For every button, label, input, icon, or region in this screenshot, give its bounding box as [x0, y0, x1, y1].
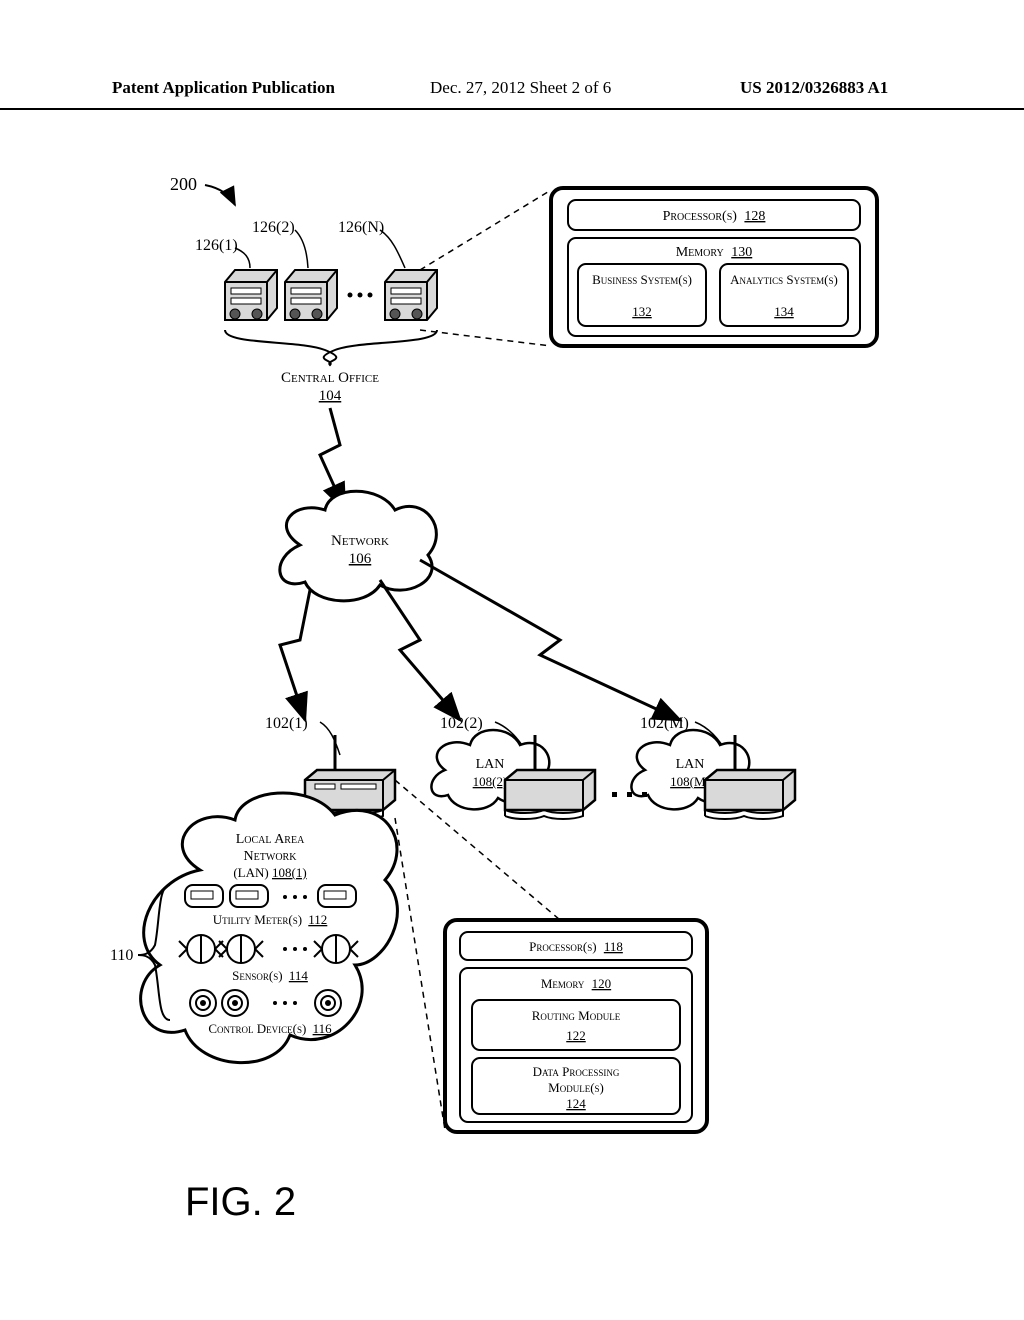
- server-126-N-icon: [385, 270, 437, 320]
- utility-meter-icon-1: [185, 885, 223, 907]
- svg-text:122: 122: [566, 1028, 586, 1043]
- svg-text:Routing Module: Routing Module: [532, 1008, 621, 1023]
- server-126-2-leader: [295, 230, 308, 268]
- ref-200: 200: [170, 174, 197, 194]
- server-callout-line-top: [420, 190, 551, 270]
- node-callout-line-bot: [395, 818, 445, 1130]
- svg-text:LAN: LAN: [476, 757, 505, 772]
- server-126-1-label: 126(1): [195, 237, 238, 254]
- utility-meter-icon-n: [318, 885, 356, 907]
- server-detail-callout: Processor(s) 128 Memory 130 Business Sys…: [551, 188, 877, 346]
- svg-text:Memory 120: Memory 120: [541, 976, 611, 991]
- control-devices-label: Control Device(s) 116: [208, 1021, 332, 1036]
- svg-text:LAN: LAN: [676, 757, 705, 772]
- server-callout-line-bot: [420, 330, 551, 346]
- svg-text:Module(s): Module(s): [548, 1080, 604, 1095]
- devices-group-label: 110: [110, 947, 133, 964]
- svg-text:Business System(s): Business System(s): [592, 272, 692, 287]
- server-126-2-icon: [285, 270, 337, 320]
- svg-text:Data Processing: Data Processing: [533, 1064, 620, 1079]
- link-net-to-102-M: [420, 560, 680, 720]
- svg-text:Memory 130: Memory 130: [676, 245, 753, 260]
- svg-text:134: 134: [774, 304, 794, 319]
- figure-label: FIG. 2: [185, 1180, 296, 1225]
- lan-1-label-l1: Local Area: [236, 832, 305, 847]
- lan-1-label-l2: Network: [244, 849, 298, 864]
- sensors-label: Sensor(s) 114: [232, 968, 308, 983]
- central-office-num: 104: [319, 388, 342, 404]
- central-office-label: Central Office: [281, 370, 379, 386]
- node-102-2-label: 102(2): [440, 715, 483, 732]
- lan-1-label-l3: (LAN) 108(1): [233, 865, 306, 880]
- server-126-2-label: 126(2): [252, 219, 295, 236]
- svg-text:Processor(s) 128: Processor(s) 128: [663, 209, 766, 224]
- servers-ellipsis: [348, 293, 373, 298]
- figure-2-diagram: 200 Processor(s) 128 Memory 130 Business…: [0, 0, 1024, 1320]
- utility-meters-label: Utility Meter(s) 112: [213, 912, 328, 927]
- svg-text:132: 132: [632, 304, 652, 319]
- servers-brace: [225, 330, 437, 365]
- server-126-N-label: 126(N): [338, 219, 384, 236]
- ref-200-arrow: [205, 185, 235, 205]
- node-102-1-label: 102(1): [265, 715, 308, 732]
- link-net-to-102-2: [380, 580, 460, 720]
- utility-meter-icon-2: [230, 885, 268, 907]
- node-102-M-label: 102(M): [640, 715, 689, 732]
- server-126-1-icon: [225, 270, 277, 320]
- svg-text:Processor(s) 118: Processor(s) 118: [529, 939, 623, 954]
- svg-text:124: 124: [566, 1096, 586, 1111]
- control-device-icon-n: [315, 990, 341, 1016]
- control-device-icon-1: [190, 990, 216, 1016]
- link-net-to-102-1: [280, 590, 310, 720]
- svg-text:Network: Network: [331, 533, 389, 549]
- svg-text:106: 106: [349, 551, 372, 567]
- node-detail-callout: Processor(s) 118 Memory 120 Routing Modu…: [445, 920, 707, 1132]
- svg-text:108(2): 108(2): [473, 774, 508, 789]
- network-cloud: Network 106: [280, 491, 437, 601]
- svg-text:Analytics System(s): Analytics System(s): [730, 272, 838, 287]
- control-device-icon-2: [222, 990, 248, 1016]
